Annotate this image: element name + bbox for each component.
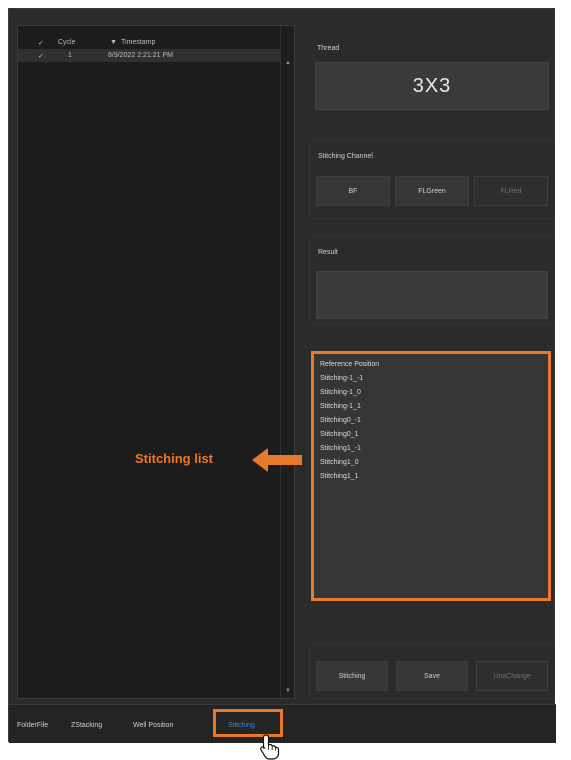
scroll-up-icon[interactable]: ▲ (281, 60, 295, 66)
undo-change-button[interactable]: UnaChange (476, 661, 548, 691)
sort-arrow-icon[interactable]: ▼ (110, 39, 117, 46)
header-check[interactable]: ✓ (38, 39, 44, 47)
list-item[interactable]: Stitching1_1 (320, 473, 359, 480)
thread-label: Thread (317, 45, 340, 52)
save-button[interactable]: Save (396, 661, 468, 691)
channel-bf-button[interactable]: BF (316, 176, 390, 206)
stitching-app-window: ✓ Cycle ▼ Timestamp ✓ 1 8/9/2022 2:21:21… (8, 8, 556, 743)
left-arrow-icon (252, 448, 302, 472)
stitching-channel-group: Stitching Channel BF FLGreen FLRed (309, 139, 555, 219)
list-item[interactable]: Stitching-1_-1 (320, 375, 363, 382)
list-item[interactable]: Stitching-1_1 (320, 403, 361, 410)
bottom-tab-bar: FolderFile ZStacking Well Position Stitc… (9, 704, 556, 743)
tab-zstacking[interactable]: ZStacking (71, 717, 102, 733)
list-item[interactable]: Stitching-1_0 (320, 389, 361, 396)
channel-flred-button[interactable]: FLRed (474, 176, 548, 206)
scroll-down-icon[interactable]: ▼ (281, 688, 295, 694)
tab-highlight-box (213, 709, 283, 737)
list-item[interactable]: Stitching0_1 (320, 431, 359, 438)
list-item[interactable]: Reference Position (320, 361, 379, 368)
result-group: Result (309, 235, 555, 325)
header-timestamp[interactable]: Timestamp (121, 39, 155, 46)
row-check[interactable]: ✓ (38, 52, 44, 60)
header-cycle[interactable]: Cycle (58, 39, 76, 46)
action-button-group: Stitching Save UnaChange (309, 643, 555, 699)
stitching-list-callout: Stitching list (135, 451, 213, 466)
stitching-button[interactable]: Stitching (316, 661, 388, 691)
result-label: Result (318, 249, 338, 256)
table-header: ✓ Cycle ▼ Timestamp (18, 36, 280, 49)
list-item[interactable]: Stitching0_-1 (320, 417, 361, 424)
stitching-settings-panel: Thread 3X3 Stitching Channel BF FLGreen … (301, 25, 559, 699)
thread-value-display: 3X3 (315, 62, 549, 110)
stitching-position-list[interactable]: Reference Position Stitching-1_-1 Stitch… (311, 351, 551, 601)
table-row[interactable]: ✓ 1 8/9/2022 2:21:21 PM (18, 49, 280, 62)
tab-well-position[interactable]: Well Position (133, 717, 173, 733)
row-timestamp: 8/9/2022 2:21:21 PM (108, 52, 173, 59)
row-cycle: 1 (68, 52, 72, 59)
list-item[interactable]: Stitching1_-1 (320, 445, 361, 452)
hand-pointer-icon (260, 734, 280, 760)
list-item[interactable]: Stitching1_0 (320, 459, 359, 466)
tab-folderfile[interactable]: FolderFile (17, 717, 48, 733)
result-display (316, 271, 548, 319)
stitching-channel-label: Stitching Channel (318, 153, 373, 160)
cycle-table: ✓ Cycle ▼ Timestamp ✓ 1 8/9/2022 2:21:21… (17, 25, 295, 699)
table-scrollbar[interactable]: ▲ ▼ (280, 26, 294, 698)
channel-flgreen-button[interactable]: FLGreen (395, 176, 469, 206)
